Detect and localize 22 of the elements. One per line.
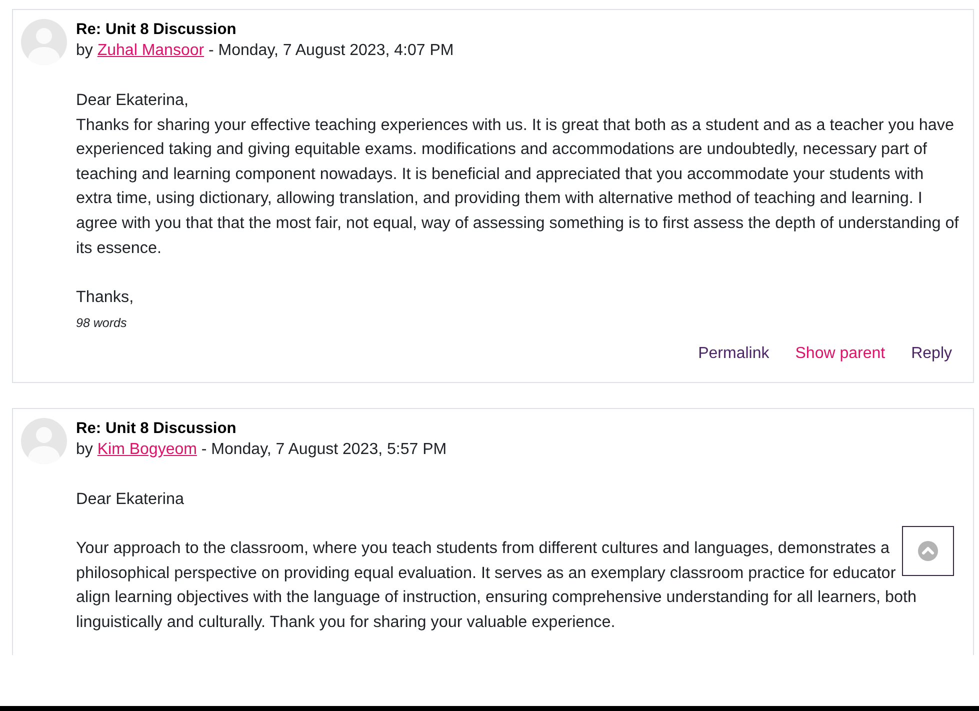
author-link[interactable]: Zuhal Mansoor bbox=[97, 42, 204, 59]
post-action-link[interactable]: Show parent bbox=[795, 342, 886, 367]
post-text: philosophical perspective on providing equal evaluation. It serves as an exemplary classroom practice for educator bbox=[76, 562, 896, 584]
post-text: Thanks, bbox=[76, 286, 134, 308]
user-silhouette-icon bbox=[21, 19, 67, 65]
post-subject: Re: Unit 8 Discussion bbox=[76, 20, 236, 40]
post-text: Thanks for sharing your effective teaching experiences with us. It is great that both as a student and as a teacher you have experienced taking and giving equitable exams. modifications and accommodations are undoubtedly, necessary part of teaching and learning component nowadays. It is beneficial and appreciated that you accommodate your students with extra time, using dictionary, allowing translation, and providing them with alternative method of teaching and learning. I agree with you that that the most fair, not equal, way of assessing something is to first assess the depth of understanding of its essence. bbox=[76, 114, 960, 259]
post-text: align learning objectives with the language of instruction, ensuring comprehensive understanding for all learners, both bbox=[76, 587, 916, 608]
author-link[interactable]: Kim Bogyeom bbox=[97, 440, 197, 458]
scroll-to-top-button[interactable] bbox=[902, 526, 954, 576]
post-byline: by Kim Bogyeom - Monday, 7 August 2023, 5:57 PM bbox=[76, 440, 447, 460]
post-byline: by Zuhal Mansoor - Monday, 7 August 2023, 4:07 PM bbox=[76, 41, 454, 61]
post-action-link[interactable]: Reply bbox=[911, 342, 952, 367]
post-action-link[interactable]: Permalink bbox=[698, 342, 770, 367]
word-count: 98 words bbox=[76, 315, 127, 332]
user-silhouette-icon bbox=[21, 418, 67, 464]
post-text: Your approach to the classroom, where you teach students from different cultures and languages, demonstrates a bbox=[76, 538, 890, 560]
post-text: linguistically and culturally. Thank you for sharing your valuable experience. bbox=[76, 612, 616, 633]
post-text: Dear Ekaterina bbox=[76, 488, 184, 510]
chevron-up-circle-icon bbox=[918, 541, 938, 561]
post-text: Dear Ekaterina, bbox=[76, 90, 188, 111]
post-subject: Re: Unit 8 Discussion bbox=[76, 418, 236, 439]
